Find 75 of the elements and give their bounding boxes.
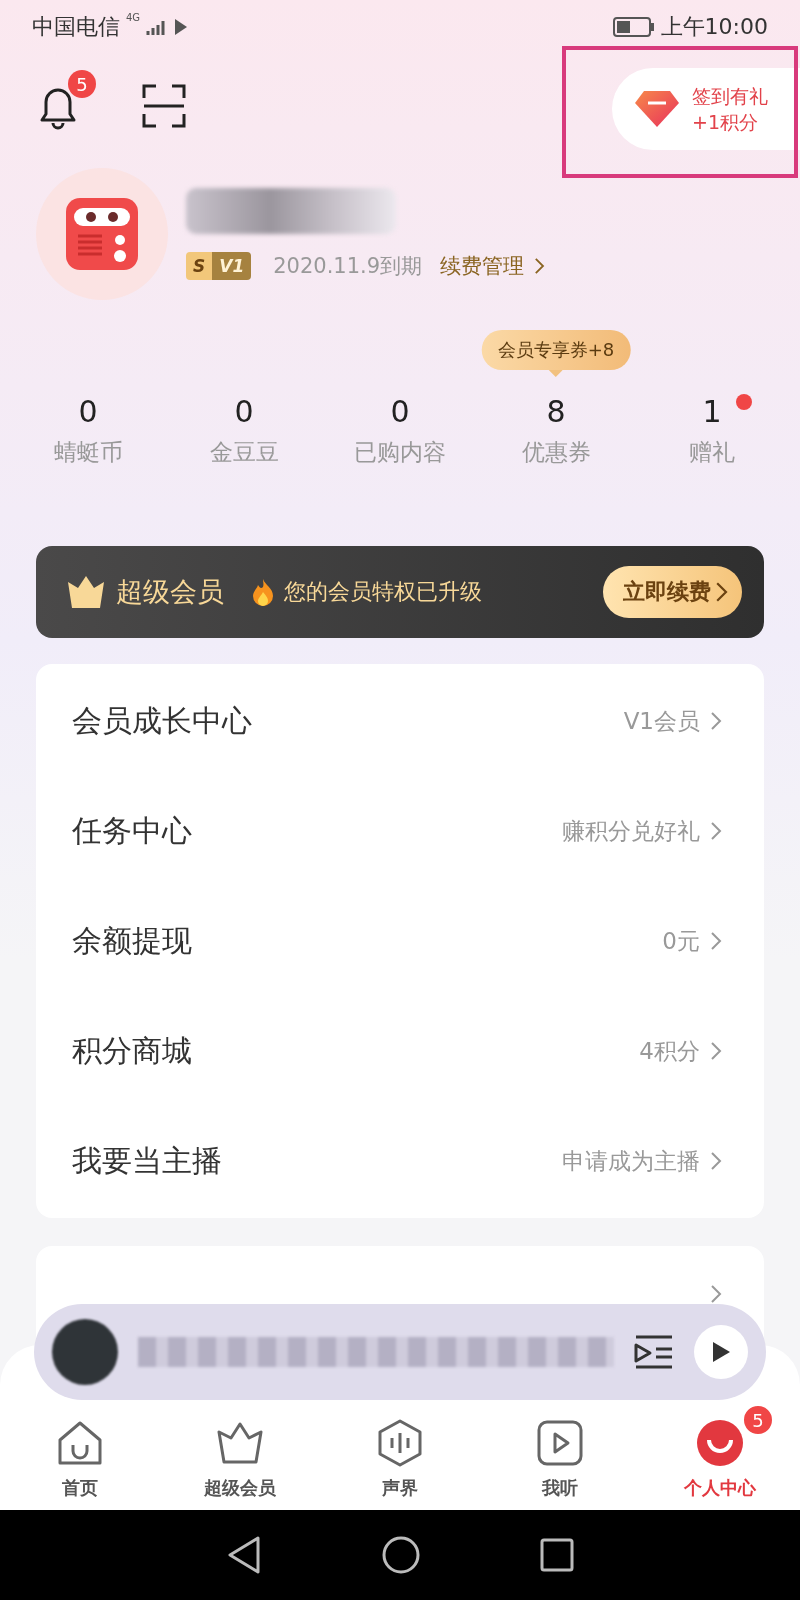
home-circle-icon[interactable] (382, 1536, 420, 1574)
stat-label: 赠礼 (689, 438, 735, 467)
chevron-icon (710, 711, 722, 731)
menu-label: 会员成长中心 (72, 701, 253, 740)
mini-player[interactable] (34, 1304, 766, 1400)
clock-time: 上午10:00 (660, 13, 768, 41)
stat-value: 1 (702, 394, 722, 429)
recents-icon[interactable] (540, 1538, 574, 1572)
stat-item[interactable]: 1 赠礼 (634, 394, 790, 514)
menu-label: 积分商城 (72, 1031, 193, 1070)
tooltip-pointer (549, 370, 563, 377)
checkin-points: +1积分 (692, 110, 759, 135)
crown-icon (66, 574, 106, 610)
renew-link[interactable]: 续费管理 (440, 252, 525, 280)
scan-icon[interactable] (142, 84, 186, 128)
tab-item[interactable]: 5 个人中心 (640, 1404, 800, 1500)
menu-label: 任务中心 (72, 811, 193, 850)
play-button[interactable] (694, 1325, 748, 1379)
chevron-icon (710, 931, 722, 951)
stat-label: 蜻蜓币 (53, 438, 123, 467)
menu-value: 申请成为主播 (562, 1146, 700, 1176)
stat-label: 金豆豆 (209, 438, 279, 467)
stat-value: 0 (234, 394, 254, 429)
menu-item[interactable]: 我要当主播 申请成为主播 (36, 1106, 764, 1216)
tab-badge: 5 (742, 1404, 774, 1436)
stat-item[interactable]: 0 已购内容 (322, 394, 478, 514)
menu-item[interactable]: 余额提现 0元 (36, 886, 764, 996)
banner-title: 超级会员 (116, 575, 224, 609)
radio-robot-icon (64, 196, 140, 272)
back-icon[interactable] (226, 1535, 262, 1575)
chevron-icon (710, 1151, 722, 1171)
menu-item[interactable]: 积分商城 4积分 (36, 996, 764, 1106)
menu-label: 余额提现 (72, 921, 193, 960)
battery-icon (612, 16, 655, 38)
renew-button[interactable]: 立即续费 (602, 566, 742, 618)
menu-value: V1会员 (623, 706, 700, 736)
carrier-name: 中国电信 (32, 13, 120, 41)
stat-value: 8 (546, 394, 566, 429)
tab-item[interactable]: 声界 (320, 1404, 480, 1500)
notification-badge: 5 (68, 70, 96, 98)
checkin-title: 签到有礼 (692, 84, 768, 109)
vip-banner[interactable]: 超级会员 您的会员特权已升级 立即续费 (36, 546, 764, 638)
expiry-date: 2020.11.9到期 (273, 253, 423, 280)
chevron-icon (534, 257, 545, 275)
tab-item[interactable]: 我听 (480, 1404, 640, 1500)
menu-item[interactable]: 任务中心 赚积分兑好礼 (36, 776, 764, 886)
smile-circle-icon (695, 1418, 745, 1468)
menu-value: 0元 (662, 926, 700, 956)
play-icon (174, 18, 189, 36)
stat-value: 0 (390, 394, 410, 429)
menu-item[interactable]: 会员成长中心 V1会员 (36, 666, 764, 776)
chevron-icon (710, 821, 722, 841)
tab-item[interactable]: 超级会员 (160, 1404, 320, 1500)
checkin-button[interactable]: 签到有礼 +1积分 (612, 68, 800, 150)
menu-value: 4积分 (639, 1036, 700, 1066)
tab-item[interactable]: 首页 (0, 1404, 160, 1500)
chevron-icon (710, 1284, 722, 1304)
coupon-tooltip: 会员专享券+8 (481, 330, 631, 370)
menu-label: 我要当主播 (72, 1141, 223, 1180)
play-icon (711, 1341, 731, 1363)
play-square-icon (535, 1418, 585, 1468)
chevron-icon (714, 581, 728, 603)
blurred-cover (52, 1319, 118, 1385)
network-type: 4G (126, 12, 141, 23)
stat-value: 0 (78, 394, 98, 429)
flame-icon (252, 578, 274, 606)
stat-item[interactable]: 0 蜻蜓币 (10, 394, 166, 514)
banner-message: 您的会员特权已升级 (284, 578, 483, 606)
chevron-icon (710, 1041, 722, 1061)
gem-icon (634, 89, 680, 129)
stat-label: 已购内容 (354, 438, 446, 467)
menu-value: 赚积分兑好礼 (562, 816, 700, 846)
stat-label: 优惠券 (521, 438, 591, 467)
playlist-icon[interactable] (634, 1335, 674, 1369)
stat-item[interactable]: 0 金豆豆 (166, 394, 322, 514)
